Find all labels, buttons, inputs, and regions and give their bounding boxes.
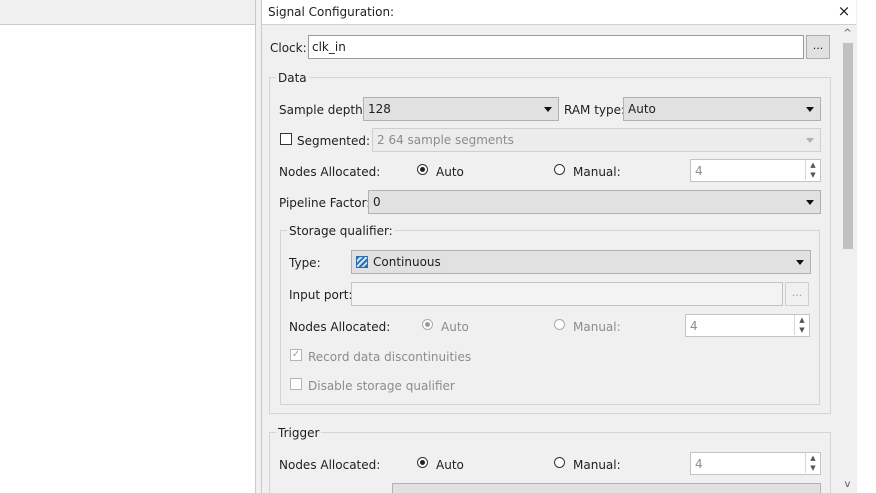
storage-nodes-auto-radio[interactable]	[422, 319, 433, 330]
segmented-label: Segmented:	[297, 134, 371, 148]
vertical-scrollbar[interactable]: ^ v	[839, 25, 856, 493]
record-discontinuities-checkbox[interactable]: ✓	[290, 349, 302, 361]
panel-titlebar: Signal Configuration: ×	[262, 0, 856, 25]
storage-nodes-label: Nodes Allocated:	[289, 320, 391, 334]
spin-up-icon[interactable]: ▲	[805, 453, 820, 463]
storage-nodes-auto-label: Auto	[441, 320, 469, 334]
input-port-field[interactable]	[351, 282, 783, 306]
nodes-allocated-label: Nodes Allocated:	[279, 165, 381, 179]
record-discontinuities-label: Record data discontinuities	[308, 350, 472, 364]
ram-type-label: RAM type:	[564, 103, 626, 117]
pipeline-factor-label: Pipeline Factor:	[279, 196, 371, 210]
close-icon[interactable]: ×	[836, 3, 852, 19]
disable-storage-qualifier-checkbox[interactable]	[290, 378, 302, 390]
signal-configuration-panel: Signal Configuration: × Clock: clk_in ..…	[261, 0, 857, 493]
trigger-nodes-label: Nodes Allocated:	[279, 458, 381, 472]
trigger-nodes-auto-radio[interactable]	[417, 457, 428, 468]
scrollbar-thumb[interactable]	[843, 43, 853, 249]
data-group-label: Data	[276, 71, 309, 85]
segmented-value: 2 64 sample segments	[377, 133, 514, 147]
storage-nodes-stepper[interactable]: 4 ▲ ▼	[685, 314, 810, 337]
input-port-label: Input port:	[289, 288, 353, 302]
scroll-up-icon[interactable]: ^	[839, 25, 856, 42]
scroll-down-icon[interactable]: v	[839, 476, 856, 493]
chevron-down-icon	[796, 260, 804, 265]
segmented-checkbox[interactable]	[280, 133, 292, 145]
clock-input[interactable]: clk_in	[308, 35, 804, 59]
storage-type-dropdown[interactable]: Continuous	[351, 250, 811, 274]
storage-nodes-manual-radio[interactable]	[554, 319, 565, 330]
trigger-group-label: Trigger	[276, 426, 322, 440]
trigger-nodes-stepper[interactable]: 4 ▲ ▼	[690, 452, 821, 475]
nodes-manual-label: Manual:	[573, 165, 621, 179]
nodes-manual-value: 4	[695, 164, 703, 178]
trigger-nodes-manual-radio[interactable]	[554, 457, 565, 468]
trigger-nodes-value: 4	[695, 457, 703, 471]
left-pane-header	[0, 0, 255, 25]
ram-type-value: Auto	[628, 102, 656, 116]
chevron-down-icon	[544, 107, 552, 112]
chevron-down-icon	[806, 107, 814, 112]
sample-depth-label: Sample depth:	[279, 103, 367, 117]
disable-storage-qualifier-label: Disable storage qualifier	[308, 379, 455, 393]
storage-nodes-value: 4	[690, 319, 698, 333]
nodes-auto-label: Auto	[436, 165, 464, 179]
pipeline-factor-value: 0	[373, 195, 381, 209]
trigger-nodes-auto-label: Auto	[436, 458, 464, 472]
spin-up-icon[interactable]: ▲	[794, 315, 809, 325]
spin-down-icon[interactable]: ▼	[805, 463, 820, 473]
segmented-dropdown[interactable]: 2 64 sample segments	[372, 128, 821, 152]
continuous-icon	[356, 256, 368, 268]
spin-up-icon[interactable]: ▲	[805, 160, 820, 170]
panel-title: Signal Configuration:	[268, 5, 395, 19]
right-margin	[857, 0, 876, 493]
storage-nodes-manual-label: Manual:	[573, 320, 621, 334]
spin-down-icon[interactable]: ▼	[794, 325, 809, 335]
storage-type-label: Type:	[289, 256, 321, 270]
spin-down-icon[interactable]: ▼	[805, 170, 820, 180]
pipeline-factor-dropdown[interactable]: 0	[368, 190, 821, 214]
chevron-down-icon	[806, 138, 814, 143]
storage-type-value: Continuous	[373, 255, 441, 269]
clock-browse-button[interactable]: ...	[806, 35, 830, 59]
left-pane	[0, 0, 256, 493]
chevron-down-icon	[806, 200, 814, 205]
clock-label: Clock:	[270, 41, 307, 55]
sample-depth-value: 128	[368, 102, 391, 116]
storage-qualifier-label: Storage qualifier:	[287, 224, 395, 238]
nodes-manual-radio[interactable]	[554, 164, 565, 175]
input-port-browse-button[interactable]: ...	[785, 282, 809, 306]
trigger-nodes-manual-label: Manual:	[573, 458, 621, 472]
trigger-next-dropdown[interactable]	[392, 483, 821, 493]
sample-depth-dropdown[interactable]: 128	[363, 97, 559, 121]
ram-type-dropdown[interactable]: Auto	[623, 97, 821, 121]
nodes-manual-stepper[interactable]: 4 ▲ ▼	[690, 159, 821, 182]
nodes-auto-radio[interactable]	[417, 164, 428, 175]
